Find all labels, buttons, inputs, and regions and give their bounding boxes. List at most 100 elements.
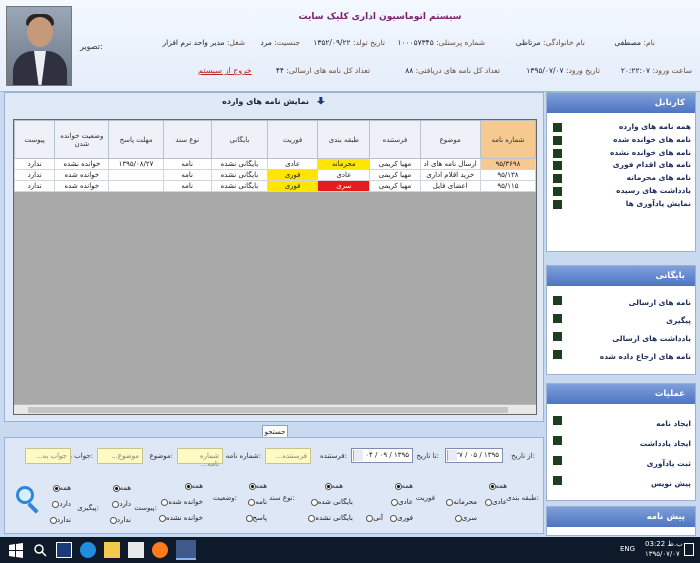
- urgency-option[interactable]: همه: [393, 482, 413, 490]
- followup-option[interactable]: ندارد: [48, 516, 71, 524]
- col-header[interactable]: بایگانی: [210, 120, 269, 159]
- col-header[interactable]: پیوست: [14, 120, 56, 159]
- col-header[interactable]: وضعیت خوانده شدن: [54, 120, 110, 159]
- sidebar-item-received-notes[interactable]: یادداشت های رسیده: [547, 185, 695, 198]
- file-explorer-icon[interactable]: [104, 542, 120, 558]
- sidebar-item-sent-notes[interactable]: یادداشت های ارسالی: [547, 330, 695, 348]
- archive-option[interactable]: بایگانی نشده: [306, 514, 353, 522]
- logout-link[interactable]: خروج از سیستم: [198, 66, 252, 75]
- table-cell[interactable]: فوری: [267, 180, 319, 192]
- download-icon[interactable]: [316, 96, 325, 105]
- classification-option[interactable]: محرمانه: [444, 498, 477, 506]
- sidebar-item-all-incoming[interactable]: همه نامه های وارده: [547, 121, 695, 134]
- chevron-down-icon[interactable]: [353, 450, 363, 461]
- sender-input[interactable]: فرستنده...: [265, 448, 311, 464]
- clock-time[interactable]: 03:22 ب.ظ: [645, 540, 683, 548]
- table-cell[interactable]: مهیا کریمی: [369, 180, 421, 192]
- table-row[interactable]: ۹۵/۱۱۵ اعضای فایل مهیا کریمی سری فوری با…: [14, 180, 536, 192]
- reply-input[interactable]: جواب به...: [25, 448, 71, 464]
- table-cell[interactable]: خرید اقلام اداری: [419, 169, 481, 181]
- table-cell[interactable]: بایگانی نشده: [210, 158, 269, 170]
- table-cell[interactable]: ۹۵/۳۶۹۸: [479, 158, 536, 170]
- subject-input[interactable]: موضوع...: [97, 448, 143, 464]
- table-cell[interactable]: ندارد: [14, 158, 56, 170]
- table-cell[interactable]: سری: [317, 180, 371, 192]
- attachment-option[interactable]: همه: [111, 484, 131, 492]
- doctype-option[interactable]: نامه: [246, 498, 267, 506]
- edge-browser-icon[interactable]: [80, 542, 96, 558]
- doctype-option[interactable]: پاسخ: [244, 514, 267, 522]
- attachment-option[interactable]: ندارد: [108, 516, 131, 524]
- search-icon[interactable]: [13, 484, 43, 514]
- table-cell[interactable]: ندارد: [14, 169, 56, 181]
- col-header[interactable]: فرستنده: [369, 120, 421, 159]
- table-cell[interactable]: بایگانی نشده: [210, 180, 269, 192]
- table-cell[interactable]: مهیا کریمی: [369, 158, 421, 170]
- table-cell[interactable]: اعضای فایل: [419, 180, 481, 192]
- language-indicator[interactable]: ENG: [620, 545, 635, 553]
- status-option[interactable]: خوانده نشده: [157, 514, 203, 522]
- table-cell[interactable]: ۱۳۹۵/۰۸/۲۷: [108, 158, 164, 170]
- table-cell[interactable]: ندارد: [14, 180, 56, 192]
- table-cell[interactable]: مهیا کریمی: [369, 169, 421, 181]
- urgency-option[interactable]: آنی: [364, 514, 383, 522]
- table-cell[interactable]: نامه: [162, 180, 212, 192]
- archive-option[interactable]: بایگانی شده: [309, 498, 353, 506]
- sidebar-item-followup[interactable]: پیگیری: [547, 312, 695, 330]
- followup-option[interactable]: همه: [51, 484, 71, 492]
- table-cell[interactable]: [108, 180, 164, 192]
- to-date-picker[interactable]: ۱۳۹۵ / ۰۹ / ۰۴: [351, 448, 413, 463]
- table-cell[interactable]: نامه: [162, 158, 212, 170]
- doctype-option[interactable]: همه: [247, 482, 267, 490]
- col-header[interactable]: فوریت: [267, 120, 319, 159]
- notification-icon[interactable]: [684, 543, 694, 556]
- letter-no-input[interactable]: شماره نامه...: [177, 448, 223, 468]
- sidebar-item-new-letter[interactable]: ایجاد نامه: [547, 414, 695, 434]
- col-header[interactable]: شماره نامه: [479, 120, 536, 159]
- sidebar-item-urgent[interactable]: نامه های اقدام فوری: [547, 159, 695, 172]
- table-cell[interactable]: ارسال نامه های اد: [419, 158, 481, 170]
- sidebar-item-reminders[interactable]: نمایش یادآوری ها: [547, 198, 695, 211]
- search-icon[interactable]: [32, 542, 48, 558]
- classification-option[interactable]: سری: [453, 514, 477, 522]
- table-cell[interactable]: [108, 169, 164, 181]
- sidebar-item-read[interactable]: نامه های خوانده شده: [547, 134, 695, 147]
- table-cell[interactable]: ۹۵/۱۳۸: [479, 169, 536, 181]
- table-row[interactable]: ۹۵/۱۳۸ خرید اقلام اداری مهیا کریمی عادی …: [14, 169, 536, 181]
- firefox-icon[interactable]: [152, 542, 168, 558]
- clock-date[interactable]: ۱۳۹۵/۰۷/۰۷: [645, 550, 680, 558]
- sidebar-item-draft[interactable]: پیش نویس: [547, 474, 695, 494]
- table-cell[interactable]: خوانده نشده: [54, 158, 110, 170]
- sidebar-item-sent[interactable]: نامه های ارسالی: [547, 294, 695, 312]
- classification-option[interactable]: همه: [487, 482, 507, 490]
- urgency-option[interactable]: عادی: [389, 498, 413, 506]
- table-cell[interactable]: ۹۵/۱۱۵: [479, 180, 536, 192]
- sidebar-item-new-note[interactable]: ایجاد یادداشت: [547, 434, 695, 454]
- table-cell[interactable]: خوانده شده: [54, 169, 110, 181]
- col-header[interactable]: مهلت پاسخ: [108, 120, 164, 159]
- table-cell[interactable]: بایگانی نشده: [210, 169, 269, 181]
- scrollbar-thumb[interactable]: [28, 407, 508, 413]
- col-header[interactable]: طبقه بندی: [317, 120, 371, 159]
- table-cell[interactable]: عادی: [317, 169, 371, 181]
- col-header[interactable]: نوع سند: [162, 120, 212, 159]
- windows-start-icon[interactable]: [8, 542, 24, 558]
- status-option[interactable]: همه: [183, 482, 203, 490]
- followup-option[interactable]: دارد: [50, 500, 71, 508]
- store-icon[interactable]: [128, 542, 144, 558]
- table-cell[interactable]: عادی: [267, 158, 319, 170]
- table-cell[interactable]: فوری: [267, 169, 319, 181]
- col-header[interactable]: موضوع: [419, 120, 481, 159]
- table-row[interactable]: ۹۵/۳۶۹۸ ارسال نامه های اد مهیا کریمی محر…: [14, 158, 536, 170]
- table-cell[interactable]: خوانده شده: [54, 180, 110, 192]
- from-date-picker[interactable]: ۱۳۹۵ / ۰۵ / ۲۷: [445, 448, 503, 463]
- sidebar-item-confidential[interactable]: نامه های محرمانه: [547, 172, 695, 185]
- horizontal-scrollbar[interactable]: [14, 404, 536, 414]
- status-option[interactable]: خوانده شده: [159, 498, 203, 506]
- office-automation-app-icon[interactable]: [176, 540, 196, 560]
- archive-option[interactable]: همه: [323, 482, 343, 490]
- classification-option[interactable]: عادی: [483, 498, 507, 506]
- attachment-option[interactable]: دارد: [110, 500, 131, 508]
- sidebar-item-unread[interactable]: نامه های خوانده نشده: [547, 147, 695, 160]
- photoshop-icon[interactable]: [56, 542, 72, 558]
